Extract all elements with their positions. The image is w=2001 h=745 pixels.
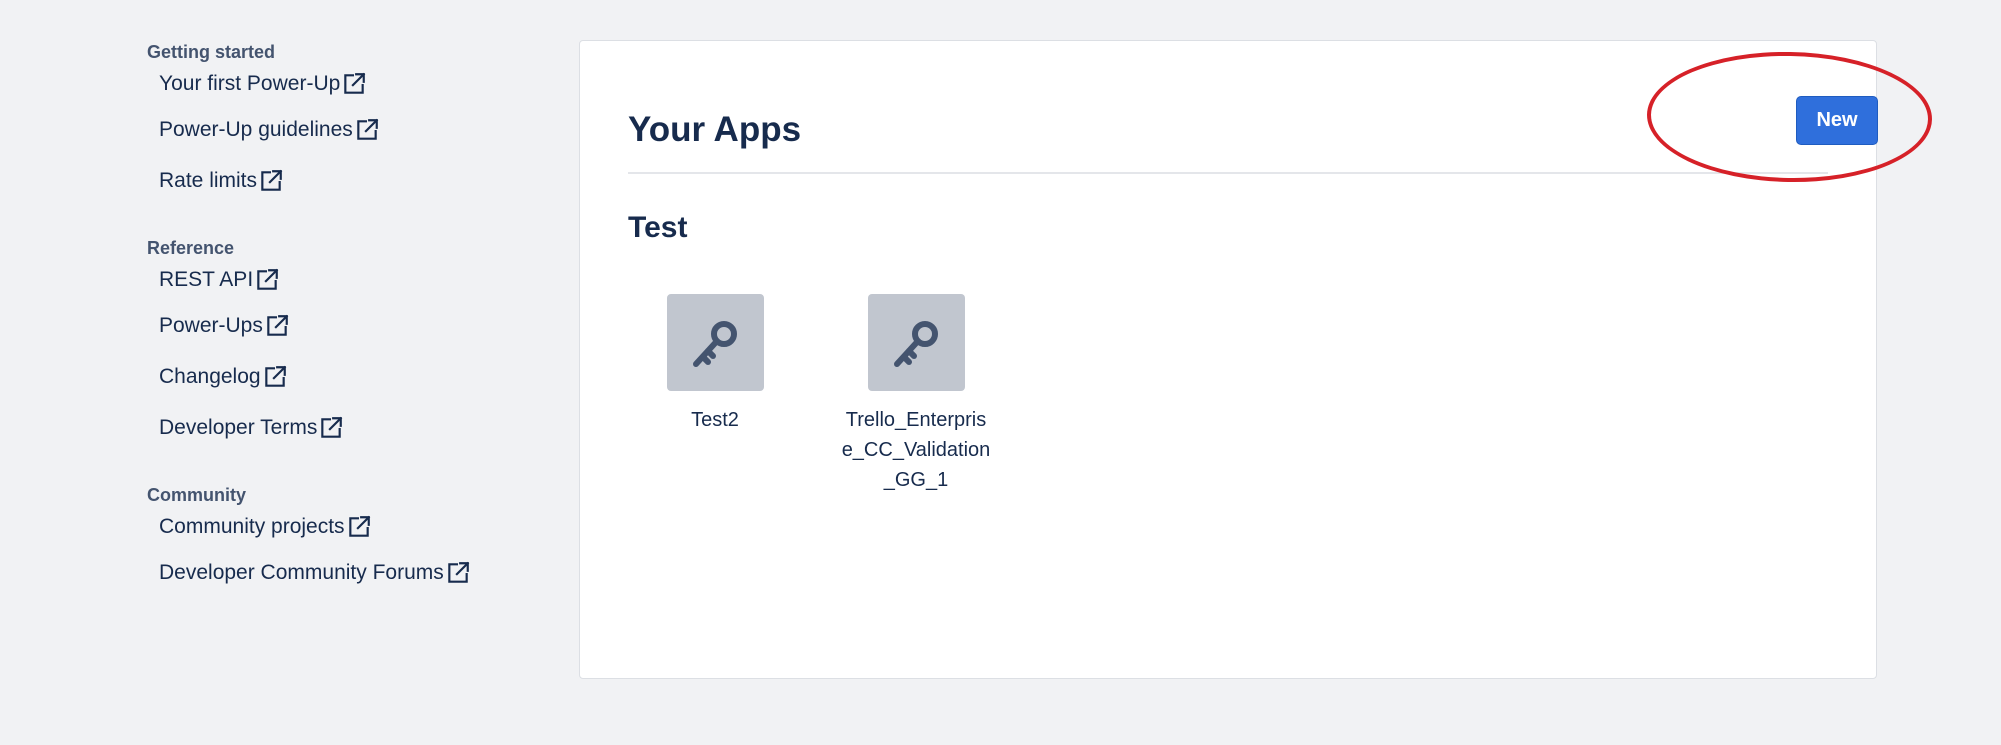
workspace-group-title: Test bbox=[628, 211, 688, 244]
sidebar-section-community: Community Community projects Developer C… bbox=[147, 483, 547, 598]
external-link-icon bbox=[262, 364, 288, 390]
section-title: Reference bbox=[147, 238, 235, 258]
sidebar-section-reference: Reference REST API Power-Ups Changelog D… bbox=[147, 236, 547, 453]
sidebar-item-label: Developer Terms bbox=[159, 415, 318, 439]
new-app-button[interactable]: New bbox=[1796, 96, 1878, 145]
sidebar-item-label: Developer Community Forums bbox=[159, 560, 444, 584]
sidebar-item-label: Rate limits bbox=[159, 168, 258, 192]
app-card-test2[interactable]: Test2 bbox=[628, 294, 802, 495]
sidebar-item-label: Community projects bbox=[159, 515, 345, 538]
external-link-icon bbox=[354, 117, 380, 143]
app-name: Test2 bbox=[691, 409, 739, 431]
panel-header: Your Apps New bbox=[628, 41, 1878, 174]
key-icon bbox=[666, 294, 764, 391]
sidebar-item-rest-api[interactable]: REST API bbox=[147, 260, 547, 300]
external-link-icon bbox=[346, 514, 372, 540]
external-link-icon bbox=[341, 71, 367, 97]
sidebar-item-community-projects[interactable]: Community projects bbox=[147, 507, 547, 547]
apps-grid: Test2 Trello_Enterprise_CC_Validation_GG… bbox=[628, 294, 1024, 495]
sidebar-item-changelog[interactable]: Changelog bbox=[147, 351, 547, 402]
sidebar-item-power-ups[interactable]: Power-Ups bbox=[147, 300, 547, 351]
sidebar-item-power-up-guidelines[interactable]: Power-Up guidelines bbox=[147, 104, 547, 155]
section-title: Community bbox=[147, 485, 246, 505]
sidebar-item-label: Power-Ups bbox=[159, 313, 263, 337]
sidebar-item-developer-terms[interactable]: Developer Terms bbox=[147, 402, 547, 453]
sidebar-item-your-first-power-up[interactable]: Your first Power-Up bbox=[147, 64, 547, 104]
sidebar-item-developer-community-forums[interactable]: Developer Community Forums bbox=[147, 547, 547, 598]
external-link-icon bbox=[445, 560, 471, 586]
app-name: Trello_Enterprise_CC_Validation_GG_1 bbox=[841, 409, 991, 491]
sidebar-item-label: REST API bbox=[159, 268, 254, 291]
sidebar-item-label: Changelog bbox=[159, 364, 261, 388]
external-link-icon bbox=[264, 313, 290, 339]
sidebar-item-rate-limits[interactable]: Rate limits bbox=[147, 155, 547, 206]
sidebar-section-getting-started: Getting started Your first Power-Up Powe… bbox=[147, 40, 547, 206]
section-title: Getting started bbox=[147, 42, 276, 62]
sidebar-item-label: Power-Up guidelines bbox=[159, 117, 353, 141]
sidebar: Getting started Your first Power-Up Powe… bbox=[147, 40, 547, 628]
external-link-icon bbox=[258, 168, 284, 194]
sidebar-item-label: Your first Power-Up bbox=[159, 72, 341, 95]
key-icon bbox=[867, 294, 965, 391]
external-link-icon bbox=[254, 267, 280, 293]
external-link-icon bbox=[318, 415, 344, 441]
nav-list: Your first Power-Up Power-Up guidelines … bbox=[147, 64, 547, 206]
nav-list: Community projects Developer Community F… bbox=[147, 507, 547, 598]
app-card-trello-enterprise[interactable]: Trello_Enterprise_CC_Validation_GG_1 bbox=[826, 294, 1006, 495]
apps-panel: Your Apps New Test Test2 Trello_Enterpri… bbox=[579, 40, 1878, 679]
nav-list: REST API Power-Ups Changelog Developer T… bbox=[147, 260, 547, 453]
page-title: Your Apps bbox=[628, 110, 802, 149]
